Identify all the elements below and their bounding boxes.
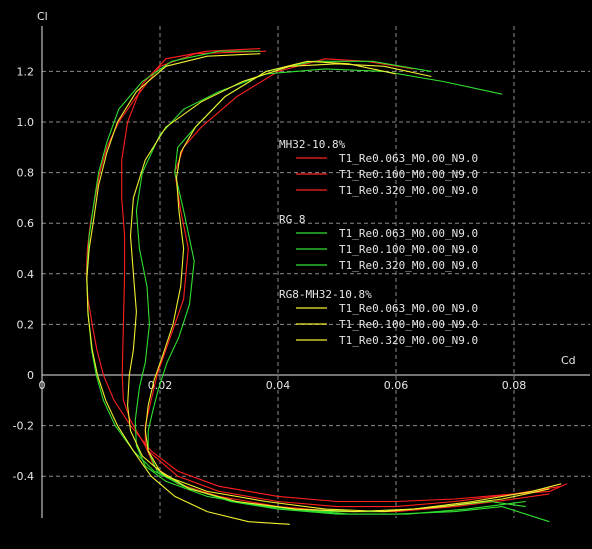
x-tick-label: 0.08 [502,379,527,392]
legend-group-title: RG 8 [279,213,306,226]
legend-group-title: RG8-MH32-10.8% [279,288,372,301]
y-tick-label: 0.6 [17,217,35,230]
y-tick-label: -0.4 [13,470,34,483]
legend-group-title: MH32-10.8% [279,138,346,151]
legend-entry: T1_Re0.320_M0.00_N9.0 [339,259,478,272]
chart-background [0,0,592,549]
y-tick-label: 0.4 [17,268,35,281]
legend-entry: T1_Re0.100_M0.00_N9.0 [339,168,478,181]
x-tick-label: 0.04 [266,379,291,392]
y-tick-label: 1.2 [17,65,35,78]
y-tick-label: 0 [27,369,34,382]
legend-entry: T1_Re0.063_M0.00_N9.0 [339,302,478,315]
legend-entry: T1_Re0.100_M0.00_N9.0 [339,243,478,256]
y-tick-label: 1.0 [17,116,35,129]
legend-entry: T1_Re0.063_M0.00_N9.0 [339,227,478,240]
y-tick-label: 0.2 [17,318,35,331]
polar-chart: ClCd0 0.02 0.04 0.06 0.08-0.4-0.200.20.40.60… [0,0,592,549]
x-tick-label: 0.06 [384,379,409,392]
legend-entry: T1_Re0.063_M0.00_N9.0 [339,152,478,165]
legend-entry: T1_Re0.320_M0.00_N9.0 [339,184,478,197]
x-axis-title: Cd [561,354,576,367]
y-tick-label: -0.2 [13,420,34,433]
y-axis-title: Cl [37,10,48,23]
legend-entry: T1_Re0.100_M0.00_N9.0 [339,318,478,331]
legend-entry: T1_Re0.320_M0.00_N9.0 [339,334,478,347]
x-tick-label: 0 [39,379,46,392]
y-tick-label: 0.8 [17,167,35,180]
